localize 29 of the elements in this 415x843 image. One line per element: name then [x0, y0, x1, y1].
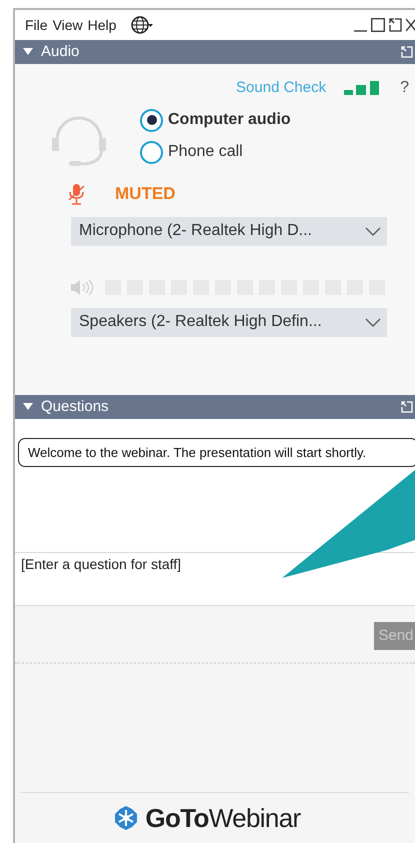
language-globe-icon[interactable]: [131, 16, 154, 34]
panel-header[interactable]: Questions: [15, 395, 415, 419]
callout-message: Welcome to the webinar. The presentation will start shortly.: [18, 438, 415, 467]
menu-item[interactable]: File: [25, 14, 48, 36]
device-dropdown[interactable]: Microphone (2- Realtek High D...: [71, 216, 387, 246]
collapse-icon[interactable]: [23, 48, 33, 56]
help-icon[interactable]: ?: [400, 76, 409, 100]
maximize-icon[interactable]: [371, 18, 385, 32]
restore-icon[interactable]: [389, 18, 402, 32]
close-icon[interactable]: [406, 18, 415, 32]
radio-label[interactable]: Computer audio: [168, 108, 291, 132]
mute-status: MUTED: [115, 183, 176, 205]
muted-microphone-icon[interactable]: [68, 182, 85, 205]
radio-button[interactable]: [140, 140, 163, 164]
collapse-icon[interactable]: [23, 403, 33, 411]
headset-icon: [52, 116, 106, 166]
radio-button[interactable]: [140, 108, 163, 132]
device-dropdown[interactable]: Speakers (2- Realtek High Defin...: [71, 308, 387, 336]
undock-icon[interactable]: [401, 401, 413, 413]
flower-logo-icon: [113, 805, 140, 831]
chevron-down-icon: [365, 318, 381, 326]
radio-label[interactable]: Phone call: [168, 140, 243, 164]
speaker-icon: [70, 278, 95, 296]
chevron-down-icon: [365, 226, 381, 236]
menu-item[interactable]: View: [52, 14, 83, 36]
menu-item[interactable]: Help: [88, 14, 116, 36]
undock-icon[interactable]: [401, 46, 413, 58]
panel-header[interactable]: Audio: [15, 40, 415, 64]
product-logo: GoToWebinar: [145, 802, 301, 834]
